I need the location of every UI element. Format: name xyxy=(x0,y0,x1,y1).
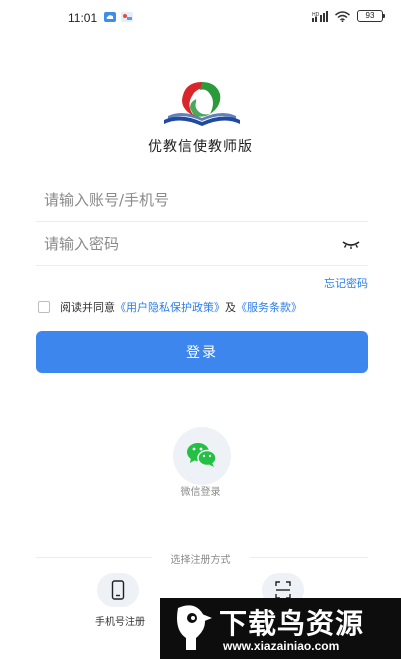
register-section-title: 选择注册方式 xyxy=(170,555,231,566)
watermark-text: 下载鸟资源 xyxy=(219,607,365,640)
divider-right xyxy=(250,557,368,558)
status-indicators: HD 93 xyxy=(312,10,385,22)
wechat-login-label: 微信登录 xyxy=(180,487,221,498)
status-app-icons xyxy=(104,12,133,22)
phone-register-label: 手机号注册 xyxy=(95,617,145,628)
watermark-bird-logo xyxy=(177,605,212,650)
status-time: 11:01 xyxy=(68,11,98,25)
wifi-icon xyxy=(335,10,350,22)
agreement-checkbox[interactable] xyxy=(38,301,50,313)
watermark-url: www.xiazainiao.com xyxy=(223,639,340,653)
phone-icon xyxy=(111,580,125,600)
service-terms-link[interactable]: 《服务条款》 xyxy=(236,299,302,315)
password-row xyxy=(36,222,368,266)
eye-closed-icon[interactable] xyxy=(342,237,360,251)
app-logo xyxy=(164,82,240,126)
password-input[interactable] xyxy=(44,222,334,266)
wechat-login-button[interactable] xyxy=(173,427,231,485)
login-button[interactable]: 登录 xyxy=(36,331,368,373)
agreement-row: 阅读并同意 《用户隐私保护政策》 及 《服务条款》 xyxy=(38,299,302,315)
cloud-app-icon xyxy=(104,12,116,22)
agreement-and: 及 xyxy=(225,301,236,314)
account-input[interactable] xyxy=(44,178,334,222)
status-bar: 11:01 HD 93 xyxy=(0,0,401,36)
forgot-password-link[interactable]: 忘记密码 xyxy=(324,275,368,291)
account-row xyxy=(36,178,368,222)
hd-signal-icon: HD xyxy=(312,10,328,22)
phone-register-button[interactable] xyxy=(97,573,139,607)
privacy-policy-link[interactable]: 《用户隐私保护政策》 xyxy=(115,299,225,315)
map-app-icon xyxy=(121,12,133,22)
agreement-prefix: 阅读并同意 xyxy=(60,301,115,314)
watermark-banner: 下载鸟资源 www.xiazainiao.com xyxy=(160,598,401,659)
app-title: 优教信使教师版 xyxy=(148,139,253,155)
battery-icon: 93 xyxy=(357,10,385,22)
wechat-icon xyxy=(187,443,217,467)
